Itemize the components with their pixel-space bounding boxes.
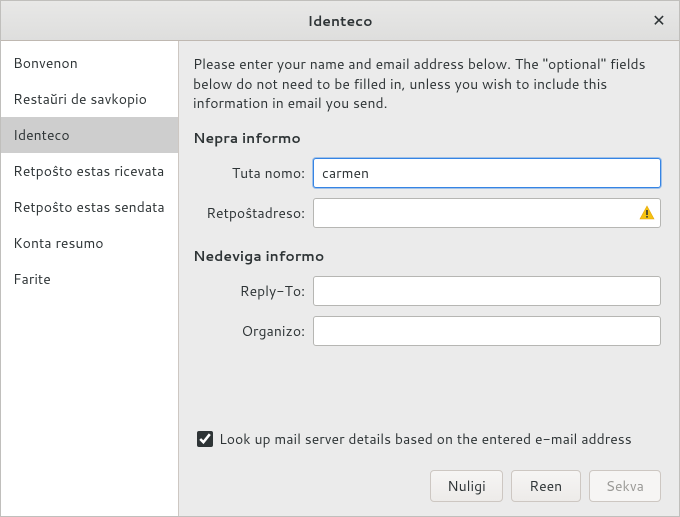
organization-input[interactable] — [313, 316, 661, 346]
warning-icon — [639, 205, 655, 221]
sidebar-item-resumo[interactable]: Konta resumo — [1, 225, 178, 261]
required-info-header: Nepra informo — [193, 128, 661, 148]
email-input[interactable] — [313, 198, 661, 228]
sidebar-item-sendata[interactable]: Retpoŝto estas sendata — [1, 189, 178, 225]
lookup-checkbox[interactable] — [197, 431, 213, 447]
sidebar-item-farite[interactable]: Farite — [1, 261, 178, 297]
cancel-button[interactable]: Nuligi — [430, 470, 502, 502]
body: Bonvenon Restaŭri de savkopio Identeco R… — [1, 41, 679, 516]
assistant-window: Identeco ✕ Bonvenon Restaŭri de savkopio… — [0, 0, 680, 517]
sidebar-item-identeco[interactable]: Identeco — [1, 117, 178, 153]
reply-to-input[interactable] — [313, 276, 661, 306]
sidebar-item-bonvenon[interactable]: Bonvenon — [1, 45, 178, 81]
sidebar: Bonvenon Restaŭri de savkopio Identeco R… — [1, 41, 179, 516]
full-name-label: Tuta nomo: — [193, 163, 305, 183]
intro-text: Please enter your name and email address… — [193, 55, 661, 114]
titlebar: Identeco ✕ — [1, 1, 679, 41]
lookup-label[interactable]: Look up mail server details based on the… — [219, 429, 632, 449]
window-title: Identeco — [308, 11, 373, 31]
sidebar-item-restauri[interactable]: Restaŭri de savkopio — [1, 81, 178, 117]
button-bar: Nuligi Reen Sekva — [193, 463, 661, 502]
main-pane: Please enter your name and email address… — [179, 41, 679, 516]
full-name-row: Tuta nomo: — [193, 158, 661, 188]
email-label: Retpoŝtadreso: — [193, 203, 305, 223]
lookup-row: Look up mail server details based on the… — [197, 429, 661, 449]
next-button[interactable]: Sekva — [589, 470, 661, 502]
optional-info-header: Nedeviga informo — [193, 246, 661, 266]
full-name-input[interactable] — [313, 158, 661, 188]
sidebar-item-ricevata[interactable]: Retpoŝto estas ricevata — [1, 153, 178, 189]
close-icon[interactable]: ✕ — [647, 9, 671, 33]
email-row: Retpoŝtadreso: — [193, 198, 661, 228]
back-button[interactable]: Reen — [511, 470, 581, 502]
reply-to-row: Reply-To: — [193, 276, 661, 306]
reply-to-label: Reply-To: — [193, 281, 305, 301]
organization-row: Organizo: — [193, 316, 661, 346]
organization-label: Organizo: — [193, 321, 305, 341]
